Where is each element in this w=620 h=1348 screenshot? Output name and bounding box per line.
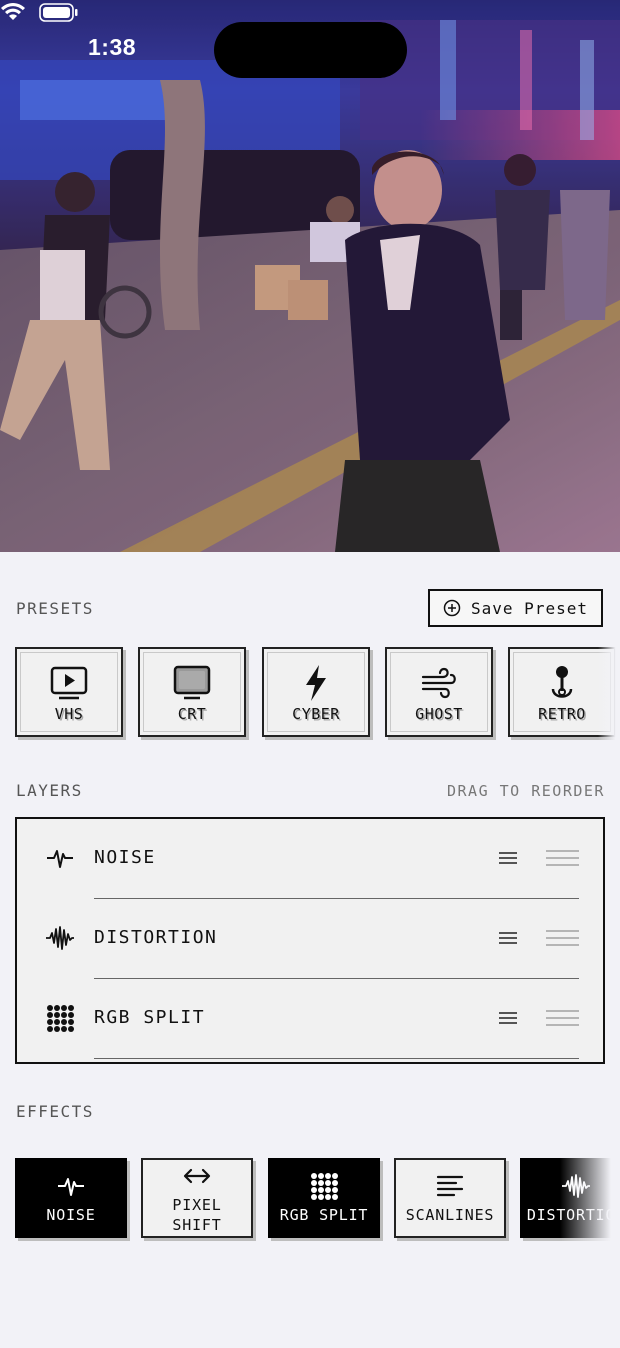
- preset-crt[interactable]: CRT: [138, 647, 246, 737]
- effect-label: PIXEL SHIFT: [172, 1196, 222, 1234]
- dot-grid-icon: [47, 1005, 74, 1032]
- effect-label: SCANLINES: [405, 1206, 495, 1224]
- effect-pixel-shift[interactable]: PIXEL SHIFT: [141, 1158, 253, 1238]
- divider: [94, 1058, 579, 1059]
- presets-title: PRESETS: [16, 599, 94, 618]
- drag-handle-icon[interactable]: [499, 852, 517, 867]
- layer-label: RGB SPLIT: [94, 1007, 206, 1028]
- layer-row-distortion[interactable]: DISTORTION: [17, 899, 603, 979]
- preset-crt-label: CRT: [177, 705, 207, 723]
- plus-circle-icon: [443, 599, 461, 617]
- drag-handle-icon[interactable]: [499, 932, 517, 947]
- presets-scroll-fade: [598, 645, 620, 740]
- preset-ghost-label: GHOST: [415, 705, 463, 723]
- save-preset-button[interactable]: Save Preset: [428, 589, 603, 627]
- effect-scanlines[interactable]: SCANLINES: [394, 1158, 506, 1238]
- dynamic-island: [214, 22, 407, 78]
- layers-title: LAYERS: [16, 781, 83, 800]
- dot-grid-icon: [311, 1173, 338, 1200]
- status-time: 1:38: [88, 34, 137, 60]
- layer-label: NOISE: [94, 847, 156, 868]
- effect-rgb-split[interactable]: RGB SPLIT: [268, 1158, 380, 1238]
- effect-label: NOISE: [46, 1206, 96, 1224]
- wind-icon: [421, 667, 456, 699]
- text-lines-icon: [436, 1175, 464, 1197]
- play-tv-icon: [50, 666, 88, 700]
- preset-ghost[interactable]: GHOST: [385, 647, 493, 737]
- preset-cyber-label: CYBER: [292, 705, 340, 723]
- camera-preview: 1:38: [0, 0, 620, 552]
- street-photo: [0, 0, 620, 552]
- wifi-icon: [1, 2, 25, 20]
- effects-title: EFFECTS: [16, 1102, 94, 1121]
- layers-list: NOISE DISTORTION RGB SPLIT: [15, 817, 605, 1064]
- waveform-icon: [47, 850, 73, 868]
- reorder-handle-icon[interactable]: [546, 930, 579, 951]
- preset-vhs-label: VHS: [54, 705, 84, 723]
- save-preset-label: Save Preset: [471, 598, 588, 618]
- joystick-icon: [551, 666, 573, 698]
- effect-noise[interactable]: NOISE: [15, 1158, 127, 1238]
- drag-handle-icon[interactable]: [499, 1012, 517, 1027]
- preset-vhs[interactable]: VHS: [15, 647, 123, 737]
- effect-label: RGB SPLIT: [279, 1206, 369, 1224]
- effects-scroll-fade: [560, 1156, 620, 1242]
- battery-icon: [39, 3, 78, 22]
- waveform-icon: [58, 1178, 84, 1196]
- layer-row-rgb-split[interactable]: RGB SPLIT: [17, 979, 603, 1059]
- drag-to-reorder-hint: DRAG TO REORDER: [447, 782, 605, 800]
- reorder-handle-icon[interactable]: [546, 850, 579, 871]
- preset-retro-label: RETRO: [538, 705, 586, 723]
- monitor-icon: [173, 665, 211, 700]
- bolt-icon: [306, 665, 326, 701]
- layer-row-noise[interactable]: NOISE: [17, 819, 603, 899]
- preset-cyber[interactable]: CYBER: [262, 647, 370, 737]
- arrows-horizontal-icon: [183, 1168, 211, 1184]
- waveform-dense-icon: [46, 926, 74, 950]
- reorder-handle-icon[interactable]: [546, 1010, 579, 1031]
- status-icons: [1, 2, 78, 22]
- layer-label: DISTORTION: [94, 927, 218, 948]
